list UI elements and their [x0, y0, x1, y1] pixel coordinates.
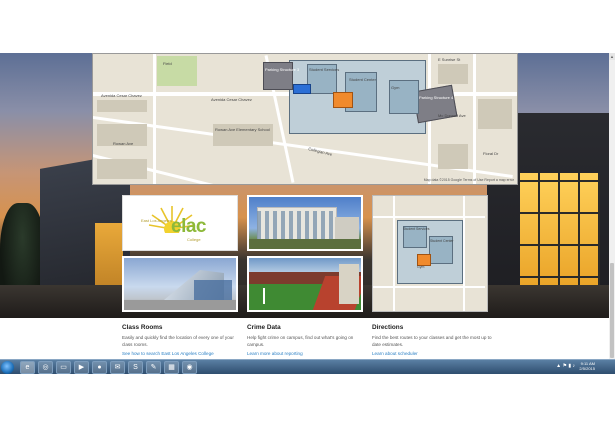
folder-icon[interactable]: ▭	[56, 361, 71, 374]
street-label: E Sunrise St	[438, 57, 461, 62]
place-label: Student Services	[403, 227, 430, 231]
street-label: Mc Donnell Ave	[438, 113, 466, 118]
feature-heading: Crime Data	[247, 324, 281, 331]
feature-link[interactable]: Learn about scheduler	[372, 351, 492, 356]
start-button[interactable]	[1, 361, 14, 374]
feature-heading: Class Rooms	[122, 324, 163, 331]
feature-class-rooms: Class Rooms Easily and quickly find the …	[122, 324, 242, 356]
place-label: Parking Structure 3	[265, 67, 300, 72]
feature-description: Easily and quickly find the location of …	[122, 335, 234, 347]
campus-map[interactable]: Avenida Cesar Chavez Avenida Cesar Chave…	[92, 53, 518, 185]
place-label: Gym	[391, 85, 400, 90]
map-attribution: Map data ©2015 Google Terms of Use Repor…	[423, 178, 514, 182]
features-section: Class Rooms Easily and quickly find the …	[0, 318, 609, 359]
firefox-icon[interactable]: ●	[92, 361, 107, 374]
place-label: Student Center	[349, 77, 376, 82]
place-label: Gym	[417, 265, 425, 269]
elac-logo-tile[interactable]: East Los Angeles elac College	[122, 195, 238, 251]
clock-date: 2/5/2015	[579, 366, 595, 371]
campus-building-photo-tile[interactable]	[247, 195, 363, 251]
chrome-icon[interactable]: ◎	[38, 361, 53, 374]
feature-description: Help fight crime on campus, find out wha…	[247, 335, 354, 347]
campus-map-thumbnail[interactable]: Student Services Student Center Gym	[372, 195, 488, 312]
street-label: Floral Dr	[483, 151, 499, 156]
scroll-up-arrow-icon[interactable]: ▲	[609, 53, 615, 60]
feature-crime-data: Crime Data Help fight crime on campus, f…	[247, 324, 367, 356]
feature-heading: Directions	[372, 324, 404, 331]
science-building-photo-tile[interactable]	[122, 256, 238, 312]
stadium-photo-tile[interactable]	[247, 256, 363, 312]
feature-link[interactable]: Learn more about reporting	[247, 351, 367, 356]
feature-description: Find the best routes to your classes and…	[372, 335, 492, 347]
ie-icon[interactable]: e	[20, 361, 35, 374]
skype-icon[interactable]: S	[128, 361, 143, 374]
street-label: Avenida Cesar Chavez	[101, 93, 142, 98]
page-scrollbar[interactable]: ▲	[609, 53, 615, 359]
browser-top-area	[0, 0, 615, 53]
chrome2-icon[interactable]: ◉	[182, 361, 197, 374]
place-label: Parking Structure 4	[419, 95, 454, 100]
system-tray-icons[interactable]: ▲ ⚑ ▮ ♪	[556, 363, 575, 369]
feature-directions: Directions Find the best routes to your …	[372, 324, 492, 356]
logo-tagline: East Los Angeles	[141, 218, 172, 223]
scrollbar-thumb[interactable]	[610, 263, 614, 358]
windows-taskbar: e ◎ ▭ ▶ ● ✉ S ✎ ▦ ◉ ▲ ⚑ ▮ ♪ 9:11 AM 2/5/…	[0, 359, 615, 375]
feature-link[interactable]: See how to search East Los Angeles Colle…	[122, 351, 242, 356]
place-label: Student Services	[309, 67, 340, 72]
place-label: Student Center	[430, 239, 454, 243]
clock[interactable]: 9:11 AM 2/5/2015	[579, 361, 595, 371]
logo-subtitle: College	[187, 237, 201, 242]
place-label: Field	[163, 61, 172, 66]
place-label: Rowan Ave Elementary School	[215, 127, 270, 132]
paint-icon[interactable]: ✎	[146, 361, 161, 374]
outlook-icon[interactable]: ✉	[110, 361, 125, 374]
logo-brand: elac	[171, 216, 206, 237]
street-label: Rowan Ave	[113, 141, 134, 146]
calculator-icon[interactable]: ▦	[164, 361, 179, 374]
street-label: Avenida Cesar Chavez	[211, 97, 252, 102]
bottom-blank-area	[0, 374, 615, 424]
media-icon[interactable]: ▶	[74, 361, 89, 374]
